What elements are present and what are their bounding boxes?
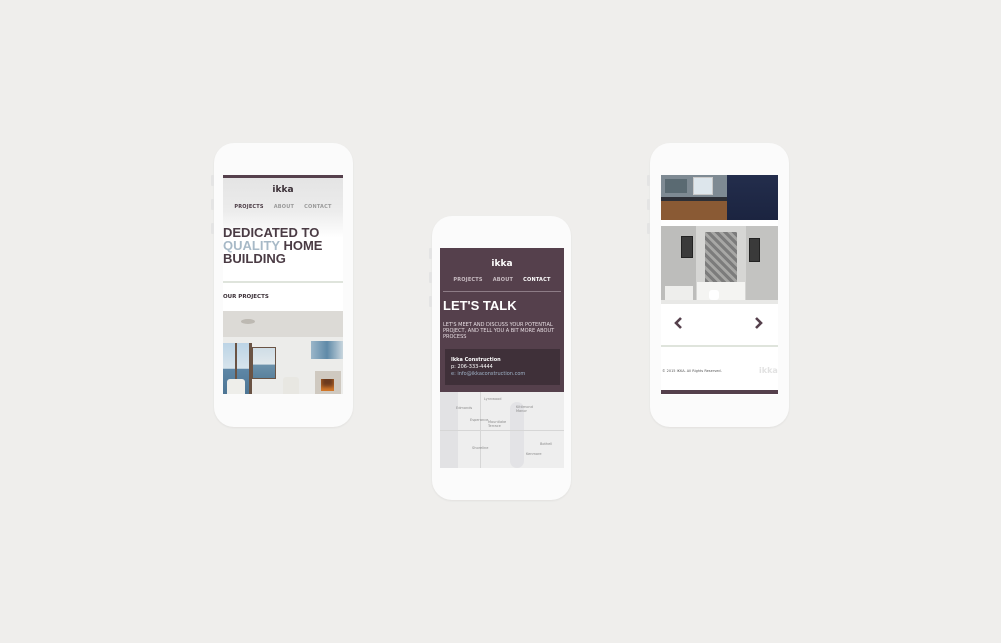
tile-feature <box>705 232 737 282</box>
phone-side-button <box>429 272 432 283</box>
contact-title: LET'S TALK <box>443 298 517 313</box>
map-label: Kenmore <box>526 452 542 456</box>
ceiling-light <box>241 319 255 324</box>
hero-heading: DEDICATED TO QUALITY HOME BUILDING <box>223 226 322 265</box>
location-map[interactable]: Lynnwood Edmonds Kittimond Manor Esperan… <box>440 392 564 468</box>
map-label: Edmonds <box>456 406 473 410</box>
bathtub <box>697 282 745 300</box>
screen-gallery: © 2015 IKKA. All Rights Reserved. ikka <box>661 175 778 395</box>
company-name: Ikka Construction <box>451 357 501 363</box>
hero-home-word: HOME <box>279 238 323 253</box>
toilet <box>709 290 719 300</box>
map-label: Kittimond Manor <box>516 405 533 413</box>
map-label: Bothell <box>540 442 553 446</box>
map-label: Shoreline <box>472 446 489 450</box>
copyright-text: © 2015 IKKA. All Rights Reserved. <box>662 369 722 373</box>
phone-side-button <box>647 199 650 210</box>
armchair-2 <box>283 377 299 394</box>
framed-art <box>681 236 693 258</box>
shower-glass <box>727 175 778 220</box>
phone-side-button <box>211 199 214 210</box>
phone-mockup-gallery: © 2015 IKKA. All Rights Reserved. ikka <box>647 143 789 427</box>
window <box>693 177 713 195</box>
chevron-left-icon <box>674 317 682 329</box>
second-window <box>252 347 276 379</box>
phone-side-button <box>647 175 650 186</box>
site-logo[interactable]: ikka <box>223 185 343 195</box>
company-phone[interactable]: p: 206-333-4444 <box>451 364 493 370</box>
phone-side-button <box>429 296 432 307</box>
phone-mockup-contact: ikka PROJECTS ABOUT CONTACT LET'S TALK L… <box>429 216 571 500</box>
nav-about[interactable]: ABOUT <box>274 204 294 210</box>
divider <box>223 281 343 283</box>
floor <box>661 300 778 304</box>
phone-side-button <box>429 248 432 259</box>
nav-contact[interactable]: CONTACT <box>523 277 550 283</box>
contact-subtitle: LET'S MEET AND DISCUSS YOUR POTENTIAL PR… <box>443 322 555 340</box>
nav-projects[interactable]: PROJECTS <box>234 204 263 210</box>
armchair <box>227 379 245 394</box>
fireplace-opening <box>321 379 334 391</box>
nav-projects[interactable]: PROJECTS <box>453 277 482 283</box>
phone-side-button <box>211 223 214 234</box>
gallery-next-button[interactable] <box>754 315 764 329</box>
phone-side-button <box>647 223 650 234</box>
nav-contact[interactable]: CONTACT <box>304 204 331 210</box>
company-email[interactable]: e: info@ikkaconstruction.com <box>451 371 525 377</box>
chevron-right-icon <box>755 317 763 329</box>
section-title-projects: OUR PROJECTS <box>223 294 269 300</box>
footer-logo[interactable]: ikka <box>759 366 778 375</box>
main-nav: PROJECTS ABOUT CONTACT <box>223 204 343 210</box>
screen-contact: ikka PROJECTS ABOUT CONTACT LET'S TALK L… <box>440 248 564 468</box>
gallery-prev-button[interactable] <box>673 315 683 329</box>
hero-line-3: BUILDING <box>223 251 286 266</box>
map-label: Mountlake Terrace <box>488 420 507 428</box>
phone-mockup-home: ikka PROJECTS ABOUT CONTACT DEDICATED TO… <box>211 143 353 427</box>
map-label: Lynnwood <box>484 397 502 401</box>
phone-side-button <box>211 175 214 186</box>
main-nav: PROJECTS ABOUT CONTACT <box>440 277 564 283</box>
contact-card: Ikka Construction p: 206-333-4444 e: inf… <box>445 349 560 385</box>
cabinet <box>661 201 727 220</box>
site-logo[interactable]: ikka <box>440 259 564 269</box>
footer-bar <box>661 390 778 394</box>
shelf-items <box>665 179 687 193</box>
countertop <box>661 197 727 201</box>
nav-divider <box>443 291 561 292</box>
gallery-photo-kitchen[interactable] <box>661 175 778 220</box>
screen-home: ikka PROJECTS ABOUT CONTACT DEDICATED TO… <box>223 175 343 394</box>
nav-about[interactable]: ABOUT <box>493 277 513 283</box>
gallery-photo-bathroom[interactable] <box>661 226 778 304</box>
framed-art <box>749 238 760 262</box>
map-road <box>440 430 564 431</box>
ceiling <box>223 311 343 337</box>
footer-divider <box>661 345 778 347</box>
map-label: Esperance <box>470 418 489 422</box>
project-photo-living-room[interactable] <box>223 311 343 394</box>
artwork <box>311 341 343 359</box>
